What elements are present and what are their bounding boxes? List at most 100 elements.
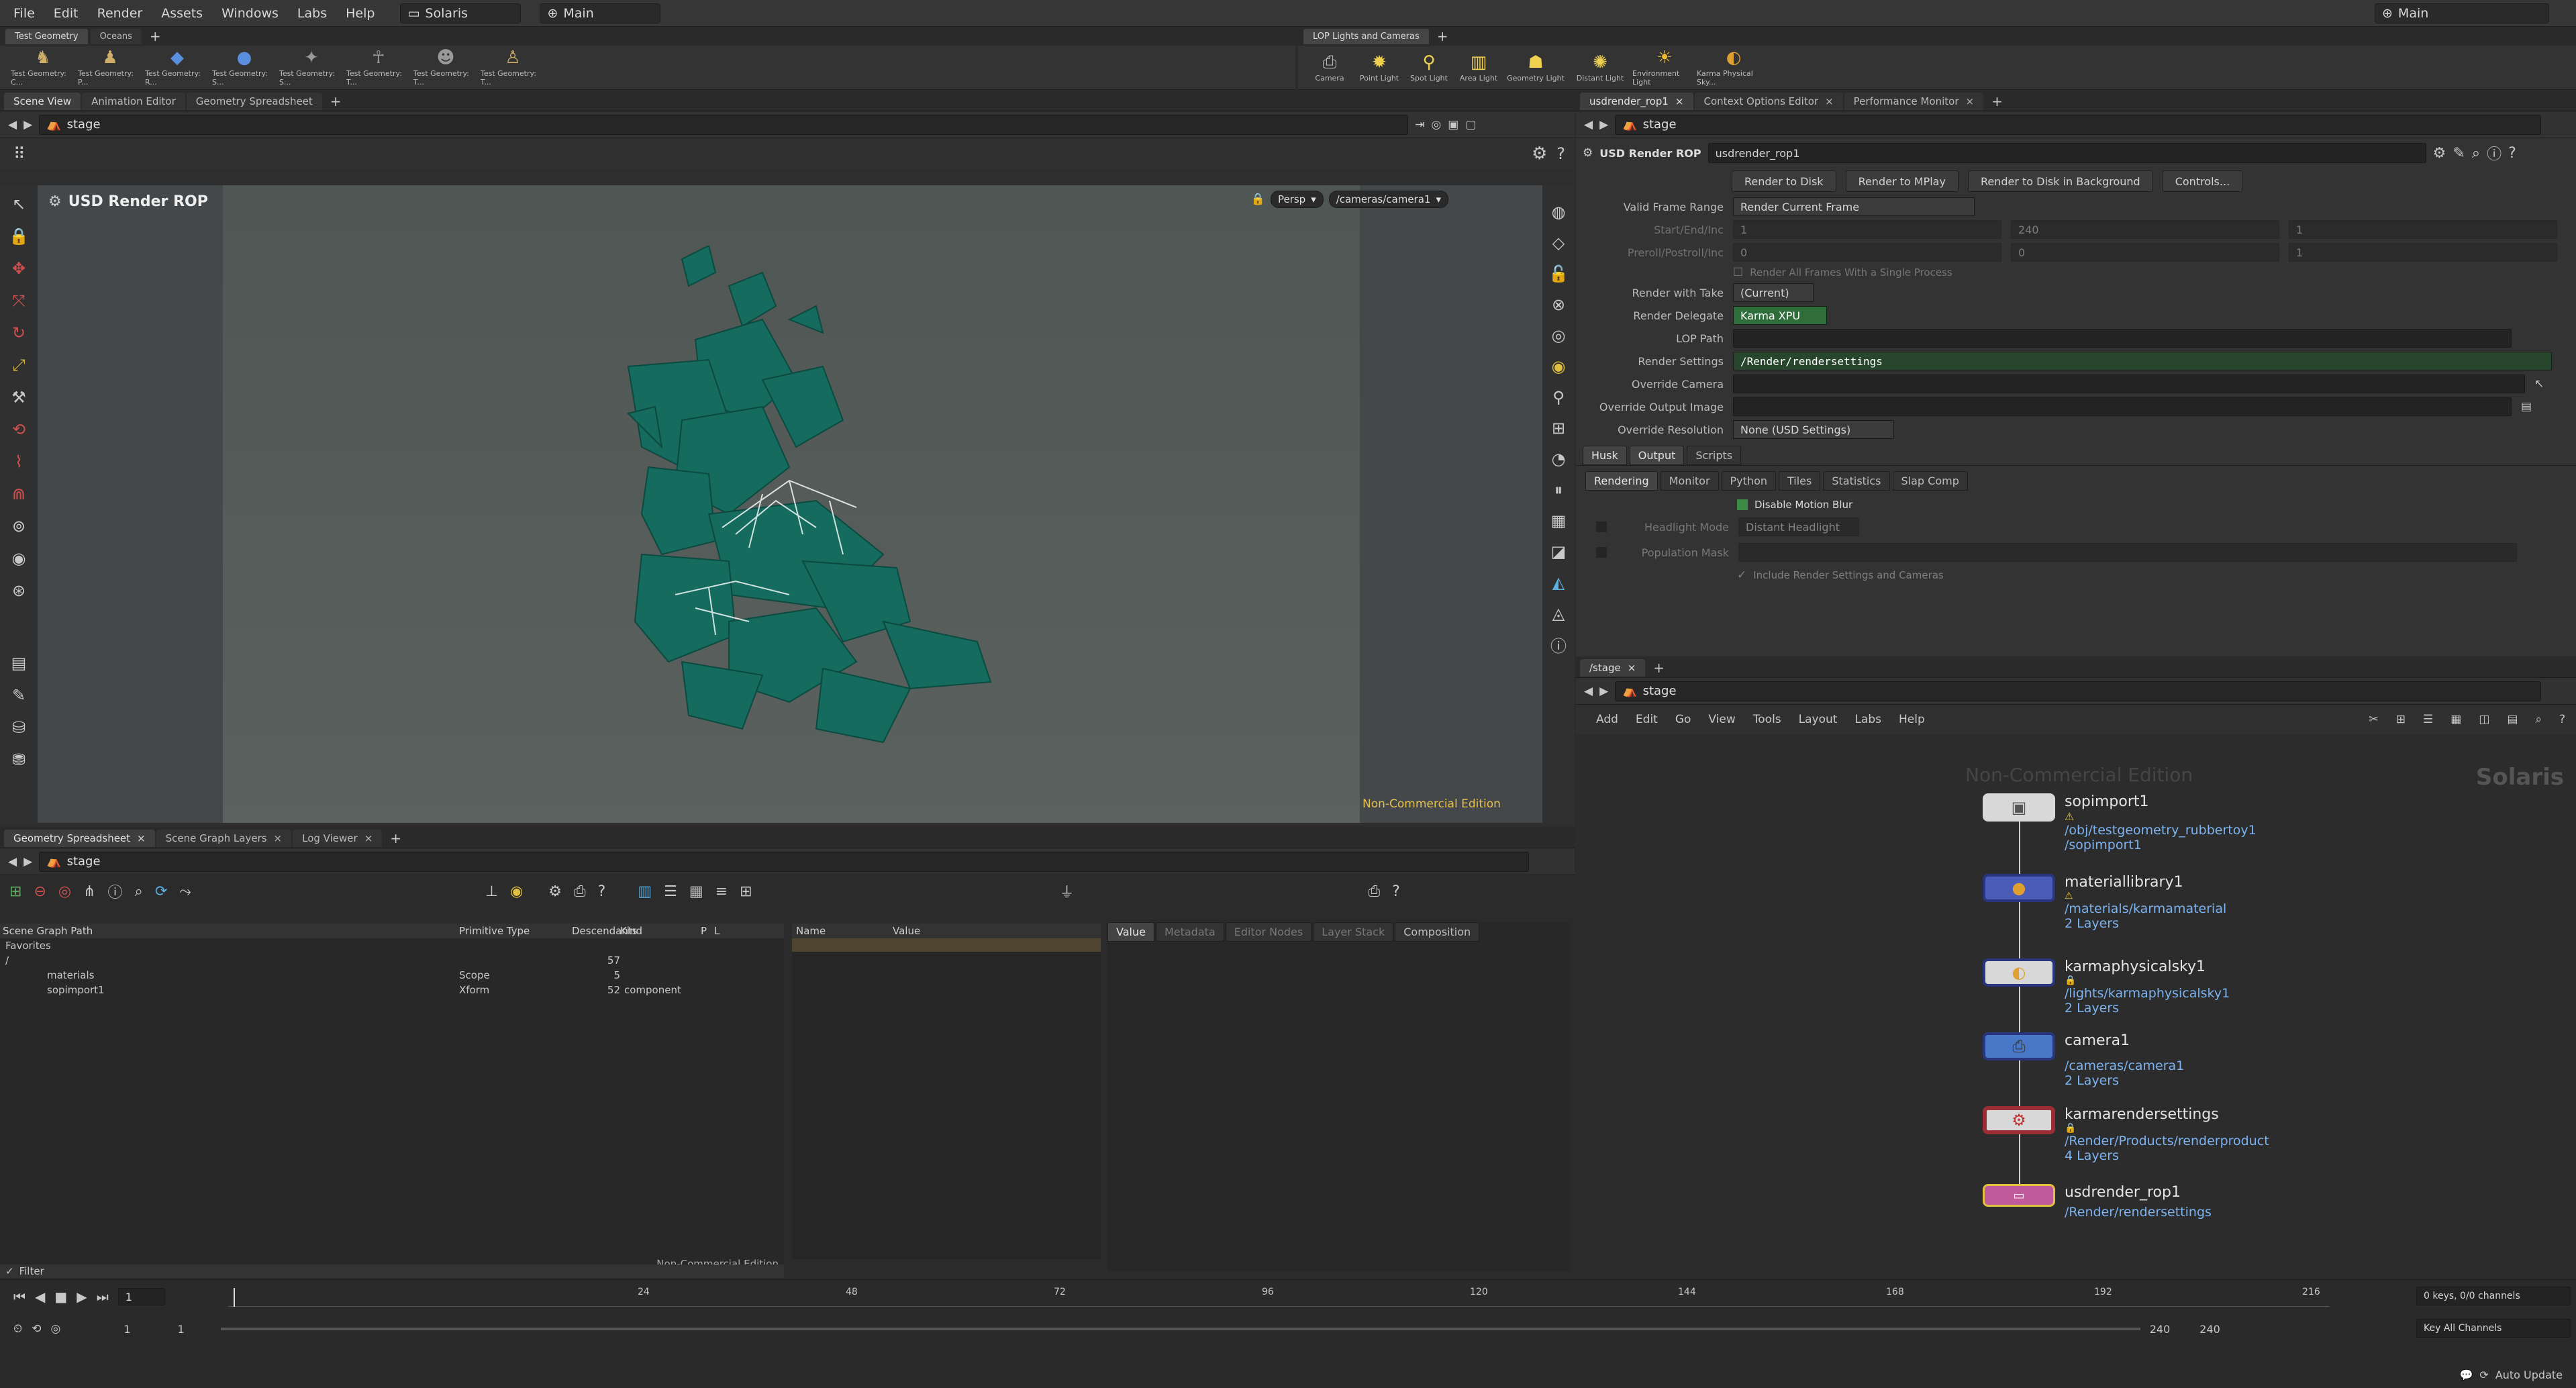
view-icon[interactable]: ⊚	[5, 513, 32, 540]
link-icon[interactable]: ◉	[510, 883, 523, 900]
light-tool-icon[interactable]: ⛃	[5, 746, 32, 773]
spreadsheet-path-field[interactable]: ⛺ stage	[39, 851, 1530, 872]
menu-file[interactable]: File	[13, 6, 35, 21]
tool-area-light[interactable]: ▥ Area Light	[1454, 52, 1503, 83]
menu-labs[interactable]: Labs	[297, 6, 327, 21]
step-back-icon[interactable]: ◀	[35, 1289, 45, 1305]
add-tab-icon[interactable]: +	[383, 830, 408, 846]
camera-view-toggle-icon[interactable]: ⊞	[1545, 415, 1572, 442]
tool-point-light[interactable]: ✹ Point Light	[1354, 52, 1404, 83]
eye-icon[interactable]: ◔	[1545, 446, 1572, 473]
tool-test-geometry-templatehead[interactable]: ☻ Test Geometry: T...	[413, 48, 478, 87]
help-icon[interactable]: ?	[2508, 145, 2516, 162]
add-tab-icon[interactable]: +	[1985, 93, 2010, 109]
forward-arrow-icon[interactable]: ▶	[1599, 118, 1608, 132]
range-end[interactable]: 240	[2150, 1323, 2171, 1336]
tab-metadata[interactable]: Metadata	[1155, 922, 1224, 942]
viewer-path-field[interactable]: ⛺ stage	[39, 114, 1409, 135]
handle-icon[interactable]: ✥	[5, 255, 32, 282]
camera-view-icon[interactable]: ◉	[5, 545, 32, 572]
visibility-icon[interactable]: ◍	[1545, 199, 1572, 226]
take-dropdown[interactable]: (Current)	[1733, 283, 1814, 302]
draw-icon[interactable]: ⤳	[179, 883, 191, 900]
audio-icon[interactable]: ◎	[51, 1322, 61, 1336]
table-row[interactable]: Favorites	[0, 938, 784, 953]
tab-husk[interactable]: Husk	[1583, 446, 1627, 465]
tool-test-geometry-templatebody[interactable]: ☥ Test Geometry: T...	[346, 48, 411, 87]
persp-dropdown[interactable]: Persp ▾	[1270, 191, 1324, 208]
playhead[interactable]	[234, 1288, 235, 1307]
disable-motion-blur-checkbox[interactable]	[1737, 499, 1748, 510]
back-arrow-icon[interactable]: ◀	[8, 118, 17, 132]
override-camera-field[interactable]	[1733, 375, 2525, 393]
back-arrow-icon[interactable]: ◀	[8, 855, 17, 869]
back-arrow-icon[interactable]: ◀	[1584, 118, 1593, 132]
add-tab-icon[interactable]: +	[324, 93, 348, 109]
pause-icon[interactable]: ⏸	[1545, 477, 1572, 503]
override-resolution-dropdown[interactable]: None (USD Settings)	[1733, 420, 1894, 439]
info-icon[interactable]: ⓘ	[1545, 631, 1572, 658]
tab-context-options-editor[interactable]: Context Options Editor ×	[1694, 92, 1843, 110]
brush-icon[interactable]: ⌇	[5, 448, 32, 475]
lock-view-icon[interactable]: 🔓	[1545, 260, 1572, 287]
render-delegate-dropdown[interactable]: Karma XPU	[1733, 306, 1827, 325]
ruler-icon[interactable]: ▤	[5, 650, 32, 677]
compare-icon[interactable]: ◬	[1545, 600, 1572, 627]
tab-editor-nodes[interactable]: Editor Nodes	[1225, 922, 1312, 942]
close-icon[interactable]: ×	[1825, 95, 1834, 107]
close-icon[interactable]: ×	[364, 832, 373, 844]
wireframe-icon[interactable]: ◇	[1545, 230, 1572, 256]
close-icon[interactable]: ×	[1675, 95, 1684, 107]
collapse-icon[interactable]: ⊖	[34, 883, 46, 900]
lock-icon[interactable]: 🔒	[5, 223, 32, 250]
menu-edit[interactable]: Edit	[54, 6, 79, 21]
tab-geometry-spreadsheet[interactable]: Geometry Spreadsheet	[186, 92, 322, 110]
tool-geometry-light[interactable]: ☗ Geometry Light	[1503, 52, 1568, 83]
view-rows-icon[interactable]: ≡	[715, 883, 728, 900]
info-icon[interactable]: ⓘ	[108, 881, 123, 902]
context-dropdown[interactable]: ⊕ Main	[540, 3, 661, 23]
tab-output[interactable]: Output	[1629, 446, 1685, 465]
tab-scripts[interactable]: Scripts	[1687, 446, 1742, 465]
help-icon[interactable]: ?	[1556, 144, 1565, 163]
view-list-icon[interactable]: ☰	[664, 883, 677, 900]
tab-scene-graph-layers[interactable]: Scene Graph Layers ×	[156, 829, 292, 847]
desktop-dropdown[interactable]: ▭ Solaris	[400, 3, 522, 23]
view-grid-icon[interactable]: ⊞	[740, 883, 752, 900]
table-row[interactable]: /57	[0, 953, 784, 968]
shelf-tab-oceans[interactable]: Oceans	[90, 28, 142, 44]
right-context-dropdown[interactable]: ⊕ Main	[2375, 3, 2549, 23]
node-karmarendersettings[interactable]: ⚙ karmarendersettings 🔒/Render/Products/r…	[1983, 1106, 2269, 1163]
tool-test-geometry-pig[interactable]: ♟ Test Geometry: P...	[78, 48, 142, 87]
file-browse-icon[interactable]: ▤	[2521, 400, 2532, 413]
camera-icon[interactable]: ⎙	[574, 883, 586, 900]
tab-rendering[interactable]: Rendering	[1585, 471, 1658, 491]
close-icon[interactable]: ×	[137, 832, 146, 844]
pencil-icon[interactable]: ✎	[5, 682, 32, 709]
range-start[interactable]: 1	[123, 1323, 130, 1336]
tab-performance-monitor[interactable]: Performance Monitor ×	[1844, 92, 1984, 110]
timeline-ruler[interactable]: 24 48 72 96 120 144 168 192 216	[228, 1287, 2329, 1307]
tool-test-geometry-shaderball[interactable]: ● Test Geometry: S...	[212, 48, 277, 87]
tab-slap-comp[interactable]: Slap Comp	[1892, 471, 1968, 491]
selected-property-row[interactable]	[792, 938, 1101, 952]
shelf-tab-test-geometry[interactable]: Test Geometry	[5, 28, 88, 44]
tool-karma-physical-sky[interactable]: ◐ Karma Physical Sky...	[1697, 48, 1771, 87]
menu-assets[interactable]: Assets	[161, 6, 203, 21]
tab-layer-stack[interactable]: Layer Stack	[1313, 922, 1394, 942]
population-checkbox[interactable]	[1596, 547, 1607, 558]
shelf-tab-lop-lights[interactable]: LOP Lights and Cameras	[1303, 28, 1429, 44]
close-icon[interactable]: ×	[1966, 95, 1975, 107]
table-row[interactable]: materials Scope 5	[0, 968, 784, 983]
tool-test-geometry-crag[interactable]: ♞ Test Geometry: C...	[11, 48, 75, 87]
forward-arrow-icon[interactable]: ▶	[23, 855, 32, 869]
menu-help[interactable]: Help	[346, 6, 375, 21]
filter-bar[interactable]: ✓ Filter	[0, 1265, 784, 1278]
filter-hierarchy-icon[interactable]: ⋔	[83, 883, 95, 900]
tab-python[interactable]: Python	[1721, 471, 1776, 491]
tool-test-geometry-rubbertoy[interactable]: ◆ Test Geometry: R...	[145, 48, 209, 87]
display-options-icon[interactable]: ◎	[1545, 322, 1572, 349]
tool-distant-light[interactable]: ✺ Distant Light	[1568, 52, 1632, 83]
tab-value[interactable]: Value	[1107, 922, 1154, 942]
tab-scene-view[interactable]: Scene View	[4, 92, 81, 110]
